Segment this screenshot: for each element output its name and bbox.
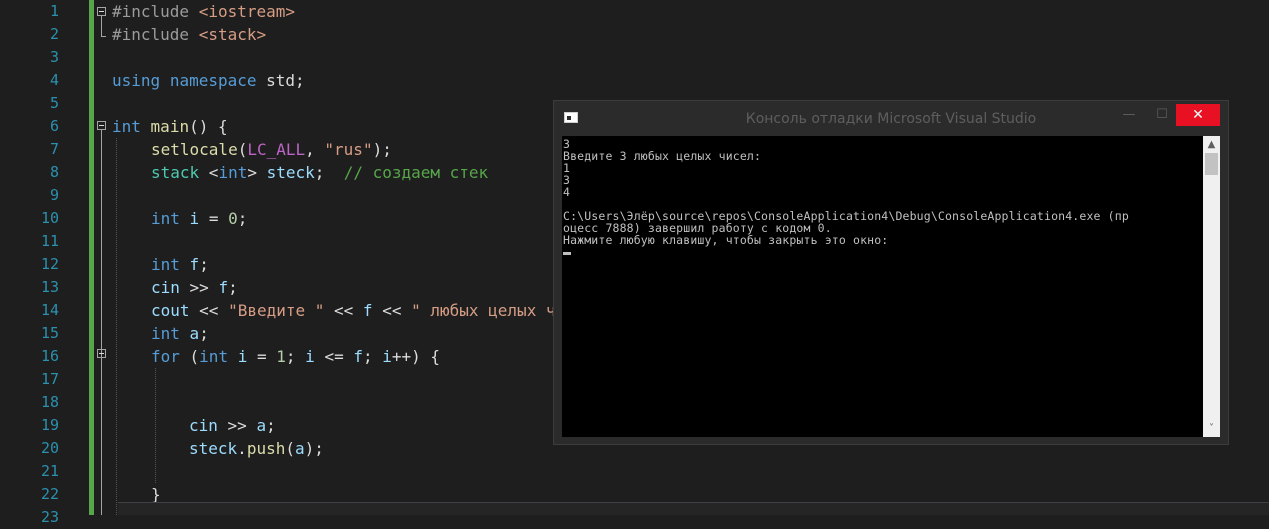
scroll-down-icon[interactable]: ˅ (1203, 420, 1220, 437)
line-number: 11 (40, 232, 59, 250)
text-cursor (563, 252, 571, 255)
line-number: 5 (49, 94, 59, 112)
line-number: 18 (40, 393, 59, 411)
code-line-10: int i = 0; (151, 209, 248, 228)
scrollbar-thumb[interactable] (1205, 153, 1218, 175)
debug-console-window[interactable]: Консоль отладки Microsoft Visual Studio … (553, 100, 1229, 445)
console-output[interactable]: 3 Введите 3 любых целых чисел: 1 3 4 C:\… (562, 136, 1203, 437)
line-number: 17 (40, 370, 59, 388)
code-line-8: stack <int> steck; // создаем стек (151, 163, 489, 182)
saved-changes-marker (89, 0, 94, 515)
line-number: 9 (49, 186, 59, 204)
line-number: 14 (40, 301, 59, 319)
line-number: 3 (49, 48, 59, 66)
console-line: Введите 3 любых целых чисел: (563, 149, 762, 163)
collapse-main-icon[interactable] (97, 121, 106, 130)
console-titlebar[interactable]: Консоль отладки Microsoft Visual Studio … (554, 101, 1228, 134)
code-line-16: for (int i = 1; i <= f; i++) { (151, 347, 441, 366)
code-line-7: setlocale(LC_ALL, "rus"); (151, 140, 392, 159)
line-number: 23 (40, 508, 59, 526)
code-line-19: cin >> a; (189, 416, 276, 435)
code-line-20: steck.push(a); (189, 439, 324, 458)
change-tracking-bar (89, 0, 94, 515)
minimize-button[interactable]: — (1114, 104, 1144, 126)
editor-lower-strip (118, 503, 1269, 515)
line-number: 6 (49, 117, 59, 135)
line-number: 22 (40, 485, 59, 503)
console-app-icon[interactable] (564, 112, 578, 123)
line-number: 4 (49, 71, 59, 89)
code-line-15: int a; (151, 324, 209, 343)
line-number-gutter: 1 2 3 4 5 6 7 8 9 10 11 12 13 14 15 16 1… (0, 0, 89, 526)
maximize-button[interactable]: ☐ (1147, 104, 1177, 126)
code-line-2: #include <stack> (112, 25, 267, 44)
code-line-4: using namespace std; (112, 71, 305, 90)
console-scrollbar[interactable]: ▲ ˅ (1203, 136, 1220, 437)
indent-guide (155, 368, 156, 483)
fold-outline (101, 16, 102, 36)
line-number: 2 (49, 25, 59, 43)
code-line-6: int main() { (112, 117, 228, 136)
code-line-14: cout << "Введите " << f << " любых целых… (151, 301, 556, 320)
collapse-for-loop-icon[interactable] (97, 349, 106, 358)
line-number: 13 (40, 278, 59, 296)
line-number: 12 (40, 255, 59, 273)
line-number: 1 (49, 2, 59, 20)
fold-outline-end (101, 36, 106, 37)
line-number: 21 (40, 462, 59, 480)
code-line-13: cin >> f; (151, 278, 238, 297)
line-number: 7 (49, 140, 59, 158)
close-button[interactable]: ✕ (1176, 104, 1220, 126)
line-number: 19 (40, 416, 59, 434)
console-line: Нажмите любую клавишу, чтобы закрыть это… (563, 233, 889, 247)
code-line-1: #include <iostream> (112, 2, 296, 21)
scroll-up-icon[interactable]: ▲ (1203, 136, 1220, 153)
code-line-12: int f; (151, 255, 209, 274)
line-number: 10 (40, 209, 59, 227)
fold-outline (101, 130, 102, 515)
line-number: 15 (40, 324, 59, 342)
indent-guide (116, 138, 117, 515)
line-number: 8 (49, 163, 59, 181)
line-number: 16 (40, 347, 59, 365)
line-number: 20 (40, 439, 59, 457)
console-line: 4 (563, 185, 571, 199)
collapse-include-block-icon[interactable] (97, 7, 106, 16)
